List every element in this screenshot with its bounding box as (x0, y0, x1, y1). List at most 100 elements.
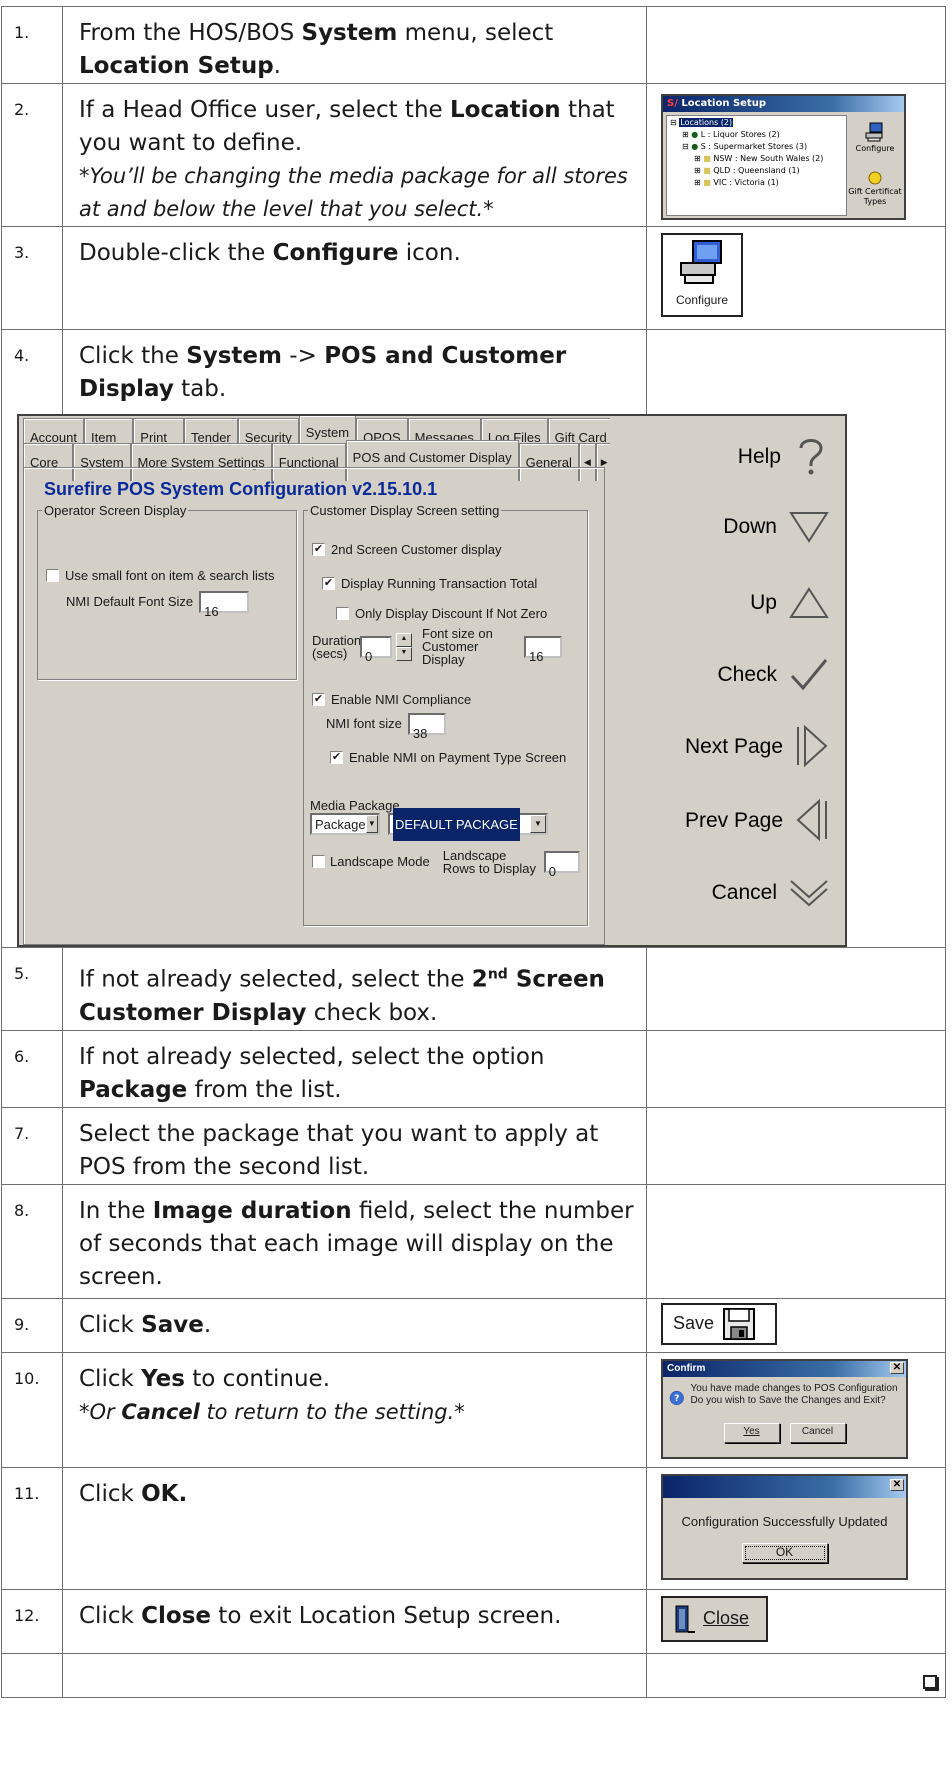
next-page-button[interactable]: Next Page (685, 724, 829, 768)
nmi-payment-checkbox[interactable]: ✔ (330, 751, 343, 764)
tree-item-label: QLD : Queensland (1) (713, 166, 800, 175)
duration-row: Duration (secs) 0 ▲ ▼ Font size on Custom… (312, 627, 562, 666)
step-text: From the HOS/BOS System menu, select Loc… (62, 6, 647, 84)
default-package-select[interactable]: DEFAULT PACKAGE ▼ (388, 807, 548, 841)
nmi-default-font-input[interactable]: 16 (199, 590, 250, 619)
dialog-message: You have made changes to POS Configurati… (690, 1382, 898, 1406)
step-number: 9. (1, 1297, 63, 1353)
down-button[interactable]: Down (723, 510, 829, 543)
tree-item-label: L : Liquor Stores (2) (700, 130, 780, 139)
step-text: Double-click the Configure icon. (62, 226, 647, 330)
step-image-cell: S/ Location Setup ⊟ Locations (2) ⊞ ● L … (646, 83, 946, 227)
step-image-cell (646, 6, 946, 84)
landscape-checkbox[interactable] (312, 855, 325, 868)
text: If not already selected, select the (79, 966, 472, 993)
ok-button[interactable]: OK (741, 1542, 828, 1563)
running-total-option[interactable]: ✔ Display Running Transaction Total (322, 567, 537, 600)
close-icon[interactable]: ✕ (890, 1361, 904, 1374)
step-number: 6. (1, 1029, 63, 1108)
bold-text: Close (141, 1602, 211, 1629)
bold-text: 2 (471, 966, 488, 993)
duration-input[interactable]: 0 (360, 635, 392, 664)
step-row: 6. If not already selected, select the o… (1, 1029, 946, 1108)
tree-item-label: Locations (2) (679, 118, 734, 127)
spin-down-icon[interactable]: ▼ (396, 646, 412, 661)
cancel-chevron-icon (790, 879, 828, 906)
nmi-compliance-checkbox[interactable]: ✔ (312, 693, 325, 706)
yes-button[interactable]: Yes (723, 1422, 780, 1443)
spin-up-icon[interactable]: ▲ (396, 632, 412, 647)
tree-item[interactable]: ⊞ ■ NSW : New South Wales (2) (670, 153, 843, 165)
step-text: If not already selected, select the 2nd … (62, 947, 647, 1031)
check-button[interactable]: Check (717, 656, 829, 692)
step-number: 5. (1, 947, 63, 1031)
completion-checkbox[interactable] (923, 1674, 937, 1689)
close-button[interactable]: Close (661, 1595, 768, 1642)
second-screen-option[interactable]: ✔ 2nd Screen Customer display (312, 533, 502, 566)
save-button[interactable]: Save (661, 1302, 777, 1345)
text: to continue. (184, 1365, 330, 1392)
step-image-cell (646, 1652, 946, 1698)
tree-item[interactable]: ⊟ Locations (2) (670, 117, 843, 129)
configure-button[interactable]: Configure (846, 122, 904, 153)
media-package-row: Package ▼ DEFAULT PACKAGE ▼ (310, 807, 548, 841)
configure-icon-button[interactable]: Configure (661, 233, 743, 317)
bold-text: Configure (272, 240, 399, 266)
step-number: 11. (1, 1466, 63, 1590)
tree-item[interactable]: ⊞ ● L : Liquor Stores (2) (670, 129, 843, 141)
dialog-message: Configuration Successfully Updated (681, 1513, 888, 1529)
duration-spinner[interactable]: ▲ ▼ (396, 632, 412, 661)
landscape-rows-input[interactable]: 0 (543, 850, 580, 879)
button-label: Next Page (684, 734, 783, 758)
tree-item-label: VIC : Victoria (1) (713, 178, 779, 187)
text: If not already selected, select the opti… (79, 1043, 545, 1070)
location-side-panel: Configure Gift Certificat Types (846, 114, 904, 220)
text: From the HOS/BOS (79, 20, 302, 46)
tree-item[interactable]: ⊞ ■ QLD : Queensland (1) (670, 165, 843, 177)
prev-page-button[interactable]: Prev Page (685, 798, 829, 842)
running-total-checkbox[interactable]: ✔ (322, 577, 335, 590)
gift-certificate-button[interactable]: Gift Certificat Types (846, 171, 904, 207)
nmi-payment-option[interactable]: ✔ Enable NMI on Payment Type Screen (330, 741, 566, 774)
close-icon[interactable]: ✕ (890, 1478, 904, 1491)
door-exit-icon (675, 1605, 695, 1633)
step-row: 10. Click Yes to continue. *Or Cancel to… (1, 1351, 946, 1468)
package-select[interactable]: Package ▼ (310, 813, 380, 835)
text: In the (79, 1197, 153, 1224)
question-icon: ? (669, 1390, 684, 1405)
up-button[interactable]: Up (750, 586, 829, 619)
step-row: 11. Click OK. ✕ Configuration Successful… (1, 1466, 946, 1590)
location-tree[interactable]: ⊟ Locations (2) ⊞ ● L : Liquor Stores (2… (666, 115, 847, 216)
help-button[interactable]: Help (738, 436, 829, 476)
discount-checkbox[interactable] (336, 607, 349, 620)
step-row: 7. Select the package that you want to a… (1, 1106, 946, 1185)
title-text: Confirm (667, 1362, 706, 1374)
selected-value: DEFAULT PACKAGE (393, 807, 520, 841)
step-image-cell (646, 1029, 946, 1108)
text: to exit Location Setup screen. (210, 1602, 562, 1629)
step-text: Click Yes to continue. *Or Cancel to ret… (62, 1351, 647, 1468)
group-title: Operator Screen Display (44, 503, 187, 518)
text: tab. (173, 376, 227, 402)
tree-item[interactable]: ⊞ ■ VIC : Victoria (1) (670, 177, 843, 189)
font-size-input[interactable]: 16 (524, 635, 562, 664)
globe-icon: ● (691, 142, 699, 151)
text: to return to the setting.* (199, 1399, 465, 1424)
action-sidebar: Help Down Up Check Next Page Prev Page C… (610, 416, 845, 945)
button-label: Help (737, 444, 781, 468)
app-logo-icon: S/ (667, 98, 678, 109)
tree-item[interactable]: ⊟ ● S : Supermarket Stores (3) (670, 141, 843, 153)
button-label: Down (723, 515, 777, 538)
step-row: 4. Click the System -> POS and Customer … (1, 329, 946, 948)
small-font-checkbox[interactable] (46, 569, 59, 582)
field-label: Landscape Rows to Display (442, 847, 536, 876)
button-label: Cancel (711, 881, 777, 904)
cancel-button[interactable]: Cancel (712, 876, 829, 909)
second-screen-checkbox[interactable]: ✔ (312, 543, 325, 556)
cancel-dialog-button[interactable]: Cancel (789, 1422, 846, 1443)
chevron-down-icon: ▼ (530, 815, 546, 833)
pos-customer-display-panel: Surefire POS System Configuration v2.15.… (23, 467, 605, 945)
nmi-font-input[interactable]: 38 (407, 712, 446, 741)
computer-icon (865, 122, 883, 142)
step-text: In the Image duration field, select the … (62, 1183, 647, 1299)
